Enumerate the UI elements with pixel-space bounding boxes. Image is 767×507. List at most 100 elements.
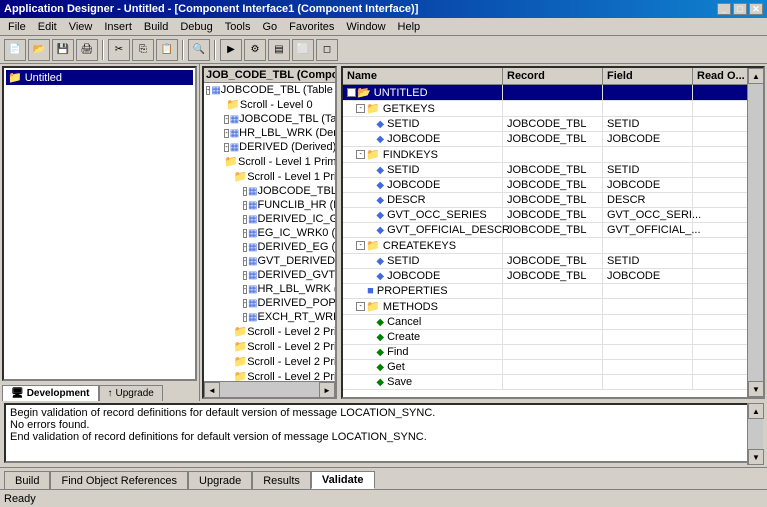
output-scroll-down[interactable]: ▼ (748, 449, 764, 465)
menu-go[interactable]: Go (256, 20, 283, 34)
grid-row[interactable]: -📁 FINDKEYS (343, 147, 763, 163)
title-buttons[interactable]: _ □ ✕ (717, 3, 763, 15)
menu-tools[interactable]: Tools (219, 20, 257, 34)
tab-upgrade[interactable]: ↑ Upgrade (99, 385, 163, 401)
output-scroll-up[interactable]: ▲ (748, 403, 764, 419)
vscroll-down[interactable]: ▼ (748, 381, 764, 397)
menu-build[interactable]: Build (138, 20, 174, 34)
grid-cell-read (693, 193, 753, 207)
grid-row[interactable]: ◆ SETIDJOBCODE_TBLSETID (343, 254, 763, 269)
grid-row[interactable]: -📂 UNTITLED (343, 85, 763, 101)
grid-row[interactable]: ◆ Find (343, 345, 763, 360)
hscroll-right[interactable]: ► (319, 382, 335, 398)
grid-row[interactable]: -📁 METHODS (343, 299, 763, 315)
bottom-tab-build[interactable]: Build (4, 471, 50, 489)
toolbar-new[interactable]: 📄 (4, 39, 26, 61)
comp-tree-item[interactable]: -▦ JOBCODE_TBL (Table - Sc... (204, 83, 335, 97)
grid-cell-read (693, 269, 753, 283)
minimize-button[interactable]: _ (717, 3, 731, 15)
grid-vscroll[interactable]: ▲ ▼ (747, 68, 763, 397)
grid-row[interactable]: ◆ GVT_OFFICIAL_DESCRJOBCODE_TBLGVT_OFFIC… (343, 223, 763, 238)
comp-tree-item[interactable]: 📁 Scroll - Level 2 Pri... (204, 354, 335, 369)
menu-favorites[interactable]: Favorites (283, 20, 340, 34)
comp-tree-item[interactable]: 📁 Scroll - Level 1 Primary ... (204, 169, 335, 184)
col-read: Read O... (693, 68, 753, 84)
hscroll-left[interactable]: ◄ (204, 382, 220, 398)
hscroll-track (220, 382, 319, 397)
grid-cell-name: -📁 GETKEYS (343, 101, 503, 116)
comp-tree-item[interactable]: -▦ EG_IC_WRK0 (De... (204, 226, 335, 240)
menu-file[interactable]: File (2, 20, 32, 34)
toolbar-open[interactable]: 📂 (28, 39, 50, 61)
toolbar-find[interactable]: 🔍 (188, 39, 210, 61)
menu-help[interactable]: Help (392, 20, 427, 34)
grid-cell-field (603, 147, 693, 162)
toolbar-b1[interactable]: ▶ (220, 39, 242, 61)
toolbar-b3[interactable]: ▤ (268, 39, 290, 61)
toolbar-b2[interactable]: ⚙ (244, 39, 266, 61)
bottom-tabs-container: BuildFind Object ReferencesUpgradeResult… (4, 471, 375, 489)
toolbar-b4[interactable]: ⬜ (292, 39, 314, 61)
toolbar-copy[interactable]: ⎘ (132, 39, 154, 61)
left-tree-untitled-label: Untitled (25, 72, 62, 84)
comp-tree-item[interactable]: -▦ DERIVED (Derived) (204, 140, 335, 154)
menu-edit[interactable]: Edit (32, 20, 63, 34)
tab-development[interactable]: 🖥 Development (2, 385, 99, 401)
menu-view[interactable]: View (63, 20, 99, 34)
left-tree-untitled[interactable]: 📁 Untitled (6, 70, 193, 85)
comp-tree-hscroll[interactable]: ◄ ► (204, 381, 335, 397)
comp-tree-item[interactable]: 📁 Scroll - Level 2 Pri... (204, 324, 335, 339)
grid-row[interactable]: ■ PROPERTIES (343, 284, 763, 299)
comp-tree-item[interactable]: -▦ JOBCODE_TBL (Table... (204, 184, 335, 198)
grid-row[interactable]: ◆ SETIDJOBCODE_TBLSETID (343, 117, 763, 132)
menu-insert[interactable]: Insert (98, 20, 138, 34)
comp-tree-item[interactable]: -▦ EXCH_RT_WRK (I... (204, 310, 335, 324)
comp-tree-item[interactable]: -▦ JOBCODE_TBL (Table... (204, 112, 335, 126)
comp-tree-item[interactable]: 📁 Scroll - Level 2 Pri... (204, 369, 335, 381)
toolbar-b5[interactable]: ◻ (316, 39, 338, 61)
grid-row[interactable]: ◆ Save (343, 375, 763, 390)
bottom-tab-validate[interactable]: Validate (311, 471, 375, 489)
grid-row[interactable]: ◆ GVT_OCC_SERIESJOBCODE_TBLGVT_OCC_SERI.… (343, 208, 763, 223)
vscroll-up[interactable]: ▲ (748, 68, 764, 84)
comp-tree-item[interactable]: -▦ DERIVED_POPUF... (204, 296, 335, 310)
output-vscroll[interactable]: ▲ ▼ (747, 403, 763, 465)
grid-row[interactable]: ◆ Cancel (343, 315, 763, 330)
grid-row[interactable]: ◆ Create (343, 330, 763, 345)
comp-tree-item[interactable]: 📁 Scroll - Level 2 Pri... (204, 339, 335, 354)
grid-row[interactable]: ◆ Get (343, 360, 763, 375)
comp-tree-item[interactable]: -▦ HR_LBL_WRK (Derive... (204, 126, 335, 140)
menu-debug[interactable]: Debug (174, 20, 218, 34)
toolbar-save[interactable]: 💾 (52, 39, 74, 61)
bottom-tab-results[interactable]: Results (252, 471, 311, 489)
grid-row[interactable]: ◆ JOBCODEJOBCODE_TBLJOBCODE (343, 132, 763, 147)
grid-cell-name: -📁 METHODS (343, 299, 503, 314)
bottom-tab-find-object-references[interactable]: Find Object References (50, 471, 188, 489)
grid-row[interactable]: ◆ JOBCODEJOBCODE_TBLJOBCODE (343, 178, 763, 193)
comp-tree-item[interactable]: -▦ DERIVED_GVT (D... (204, 268, 335, 282)
grid-row[interactable]: ◆ DESCRJOBCODE_TBLDESCR (343, 193, 763, 208)
grid-row[interactable]: -📁 CREATEKEYS (343, 238, 763, 254)
grid-cell-record (503, 330, 603, 344)
comp-tree-item[interactable]: -▦ HR_LBL_WRK (De... (204, 282, 335, 296)
grid-row[interactable]: ◆ JOBCODEJOBCODE_TBLJOBCODE (343, 269, 763, 284)
toolbar-print[interactable]: 🖨 (76, 39, 98, 61)
bottom-tab-upgrade[interactable]: Upgrade (188, 471, 252, 489)
grid-row[interactable]: -📁 GETKEYS (343, 101, 763, 117)
comp-tree-item[interactable]: -▦ FUNCLIB_HR (Der... (204, 198, 335, 212)
menu-window[interactable]: Window (340, 20, 391, 34)
close-button[interactable]: ✕ (749, 3, 763, 15)
grid-cell-read (693, 223, 753, 237)
comp-tree-item[interactable]: -▦ DERIVED_IC_GBL... (204, 212, 335, 226)
comp-tree-item[interactable]: 📁 Scroll - Level 1 Primary ... (204, 154, 335, 169)
comp-tree-item[interactable]: -▦ GVT_DERIVED_L... (204, 254, 335, 268)
comp-tree-header: JOB_CODE_TBL (Component) (204, 68, 335, 83)
toolbar-paste[interactable]: 📋 (156, 39, 178, 61)
comp-tree-item[interactable]: 📁 Scroll - Level 0 (204, 97, 335, 112)
grid-row[interactable]: ◆ SETIDJOBCODE_TBLSETID (343, 163, 763, 178)
maximize-button[interactable]: □ (733, 3, 747, 15)
toolbar-cut[interactable]: ✂ (108, 39, 130, 61)
grid-cell-name: ◆ JOBCODE (343, 178, 503, 192)
comp-tree-item[interactable]: -▦ DERIVED_EG (De... (204, 240, 335, 254)
grid-cell-read (693, 208, 753, 222)
